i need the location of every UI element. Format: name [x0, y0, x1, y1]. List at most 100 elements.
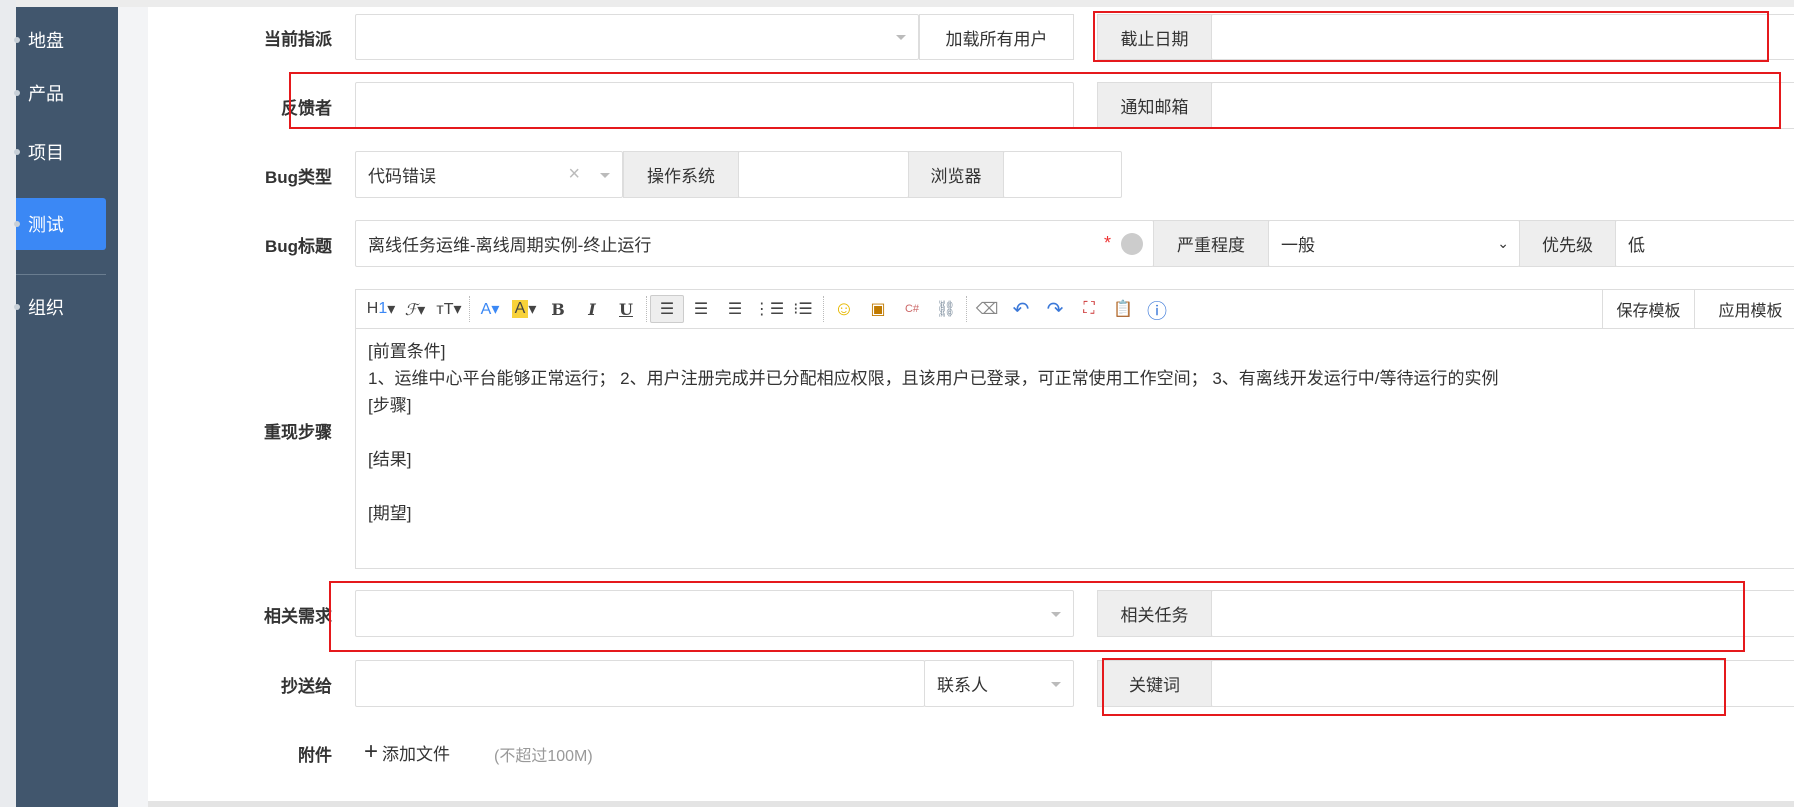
sidebar: 地盘 产品 项目 测试 组织 [14, 7, 118, 807]
toolbar-separator [966, 296, 967, 322]
assigned-label: 当前指派 [264, 30, 332, 49]
sidebar-item-product[interactable]: 产品 [14, 67, 106, 119]
paste-icon[interactable]: 📋 [1106, 295, 1140, 323]
severity-label: 严重程度 [1153, 220, 1269, 267]
chevron-down-icon [1051, 611, 1061, 617]
deadline-input[interactable] [1211, 14, 1794, 60]
notify-email-input[interactable] [1211, 82, 1794, 129]
bug-title-value: 离线任务运维-离线周期实例-终止运行 [368, 236, 652, 255]
test-icon [14, 221, 20, 227]
severity-select[interactable]: 一般 ⌄ [1268, 220, 1520, 267]
content-line: [前置条件] [368, 342, 446, 361]
font-color-icon[interactable]: A▾ [473, 295, 507, 323]
fullscreen-icon[interactable]: ⛶ [1072, 295, 1106, 323]
sidebar-item-project[interactable]: 项目 [14, 126, 106, 178]
load-all-users-button[interactable]: 加载所有用户 [919, 14, 1074, 60]
cc-input[interactable] [355, 660, 925, 707]
feedback-input[interactable] [355, 82, 1074, 129]
sidebar-item-label: 地盘 [28, 31, 64, 51]
steps-editor[interactable]: H 1 ▾ ℱ▾ ᴛT▾ A▾ A ▾ B I U ☰ ☰ ☰ ⋮☰ ⁝☰ ☺ ▣ C… [355, 289, 1794, 569]
bug-type-label: Bug类型 [264, 168, 332, 187]
sidebar-item-test[interactable]: 测试 [14, 198, 106, 250]
notify-email-label: 通知邮箱 [1097, 82, 1212, 129]
assigned-select[interactable] [355, 14, 919, 60]
chevron-down-icon: ⌄ [1497, 235, 1509, 251]
priority-label: 优先级 [1519, 220, 1616, 267]
browser-select[interactable] [1003, 151, 1122, 198]
code-icon[interactable]: C# [895, 295, 929, 323]
priority-value: 低 [1628, 236, 1645, 255]
sidebar-item-label: 组织 [28, 298, 64, 318]
content-line: [结果] [368, 450, 412, 469]
content-line: [期望] [368, 504, 412, 523]
keywords-label: 关键词 [1097, 660, 1212, 707]
underline-icon[interactable]: U [609, 295, 643, 323]
sidebar-item-dashboard[interactable]: 地盘 [14, 14, 106, 66]
contacts-value: 联系人 [937, 676, 988, 695]
align-right-icon[interactable]: ☰ [718, 295, 752, 323]
chevron-down-icon [600, 172, 610, 178]
link-icon[interactable]: ⛓ [929, 295, 963, 323]
toolbar-separator [646, 296, 647, 322]
sidebar-item-label: 产品 [28, 84, 64, 104]
attachment-label: 附件 [298, 746, 332, 765]
contacts-select[interactable]: 联系人 [924, 660, 1074, 707]
clear-icon[interactable]: × [568, 163, 580, 186]
unordered-list-icon[interactable]: ⁝☰ [786, 295, 820, 323]
cc-label: 抄送给 [281, 677, 332, 696]
os-label: 操作系统 [623, 151, 739, 198]
sidebar-divider [16, 274, 106, 275]
undo-icon[interactable]: ↶ [1004, 295, 1038, 323]
related-task-label: 相关任务 [1097, 590, 1212, 637]
emoji-icon[interactable]: ☺ [827, 295, 861, 323]
redo-icon[interactable]: ↷ [1038, 295, 1072, 323]
related-task-select[interactable] [1211, 590, 1794, 637]
toolbar-separator [469, 296, 470, 322]
ordered-list-icon[interactable]: ⋮☰ [752, 295, 786, 323]
gutter [118, 7, 148, 807]
keywords-input[interactable] [1211, 660, 1794, 707]
bug-title-label: Bug标题 [264, 237, 332, 256]
editor-content[interactable]: [前置条件] 1、运维中心平台能够正常运行； 2、用户注册完成并已分配相应权限，… [368, 338, 1499, 527]
sidebar-item-label: 项目 [28, 143, 64, 163]
left-strip [0, 0, 16, 807]
plus-icon: + [364, 738, 379, 765]
severity-value: 一般 [1281, 236, 1315, 255]
top-bar [0, 0, 1794, 7]
bug-type-value: 代码错误 [368, 167, 436, 186]
font-size-icon[interactable]: ᴛT▾ [432, 295, 466, 323]
steps-label: 重现步骤 [264, 423, 332, 442]
project-icon [14, 149, 20, 155]
palette-icon[interactable] [1121, 232, 1143, 255]
sidebar-item-label: 测试 [28, 215, 64, 235]
image-icon[interactable]: ▣ [861, 295, 895, 323]
italic-icon[interactable]: I [575, 295, 609, 323]
bug-type-select[interactable]: 代码错误 × [355, 151, 623, 198]
related-story-label: 相关需求 [264, 607, 332, 626]
sidebar-item-org[interactable]: 组织 [14, 281, 106, 333]
feedback-label: 反馈者 [281, 99, 332, 118]
align-left-icon[interactable]: ☰ [650, 295, 684, 323]
apply-template-button[interactable]: 应用模板 [1694, 290, 1794, 328]
content-line: [步骤] [368, 396, 412, 415]
priority-select[interactable]: 低 [1615, 220, 1794, 267]
os-select[interactable] [738, 151, 909, 198]
content-line [368, 419, 1499, 446]
save-template-button[interactable]: 保存模板 [1602, 290, 1694, 328]
content-line [368, 473, 1499, 500]
related-story-select[interactable] [355, 590, 1074, 637]
bold-icon[interactable]: B [541, 295, 575, 323]
font-family-icon[interactable]: ℱ▾ [398, 295, 432, 323]
help-icon[interactable]: ⓘ [1140, 295, 1174, 323]
browser-label: 浏览器 [908, 151, 1004, 198]
chevron-down-icon [896, 35, 906, 40]
highlight-icon[interactable]: A ▾ [507, 295, 541, 323]
bug-title-input[interactable]: 离线任务运维-离线周期实例-终止运行 * [355, 220, 1154, 267]
align-center-icon[interactable]: ☰ [684, 295, 718, 323]
add-file-button[interactable]: + 添加文件 [364, 738, 450, 766]
eraser-icon[interactable]: ⌫ [970, 295, 1004, 323]
heading-icon[interactable]: H 1 ▾ [364, 295, 398, 323]
content-line: 1、运维中心平台能够正常运行； 2、用户注册完成并已分配相应权限，且该用户已登录… [368, 369, 1499, 388]
editor-toolbar: H 1 ▾ ℱ▾ ᴛT▾ A▾ A ▾ B I U ☰ ☰ ☰ ⋮☰ ⁝☰ ☺ ▣ C… [356, 290, 1794, 329]
org-icon [14, 304, 20, 310]
